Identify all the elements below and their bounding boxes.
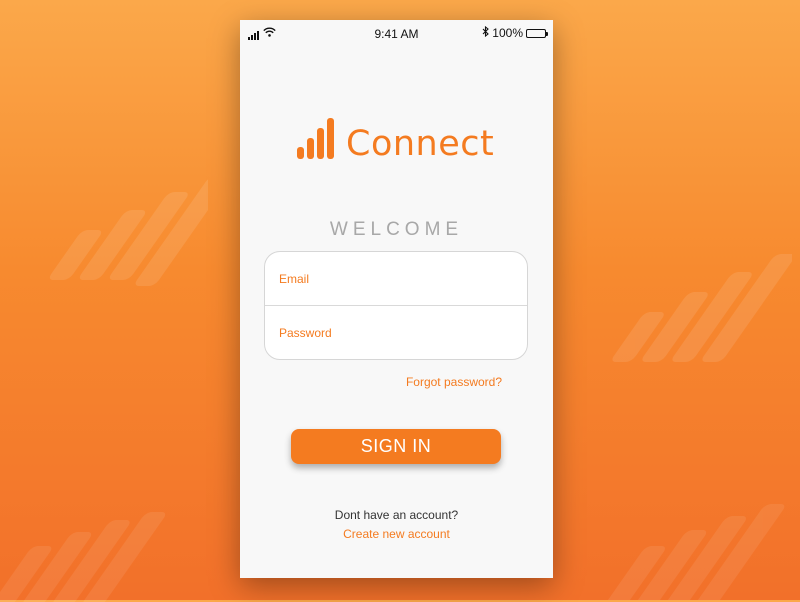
battery-percent: 100%	[492, 26, 523, 40]
password-field[interactable]	[279, 318, 513, 348]
create-account-link[interactable]: Create new account	[240, 527, 553, 541]
background-decoration-bottom-left	[0, 512, 200, 602]
login-form	[264, 251, 528, 360]
background-decoration-left	[28, 170, 208, 300]
phone-screen: 9:41 AM 100% Connect WELCOME Forgot	[240, 20, 553, 578]
forgot-password-link[interactable]: Forgot password?	[406, 375, 502, 389]
bluetooth-icon	[482, 25, 490, 40]
app-name: Connect	[346, 124, 495, 164]
status-right: 100%	[482, 25, 548, 40]
battery-icon	[526, 28, 548, 38]
password-field-container	[265, 306, 527, 359]
sign-in-button[interactable]: SIGN IN	[291, 429, 501, 464]
email-field-container	[265, 252, 527, 306]
background-decoration-right	[592, 250, 792, 380]
status-bar: 9:41 AM 100%	[240, 20, 553, 46]
app-logo: Connect	[296, 118, 495, 164]
email-field[interactable]	[279, 264, 513, 294]
no-account-text: Dont have an account?	[334, 508, 459, 522]
welcome-heading: WELCOME	[329, 219, 464, 240]
background-decoration-bottom-right	[588, 500, 800, 600]
logo-signal-bars-icon	[297, 118, 334, 159]
